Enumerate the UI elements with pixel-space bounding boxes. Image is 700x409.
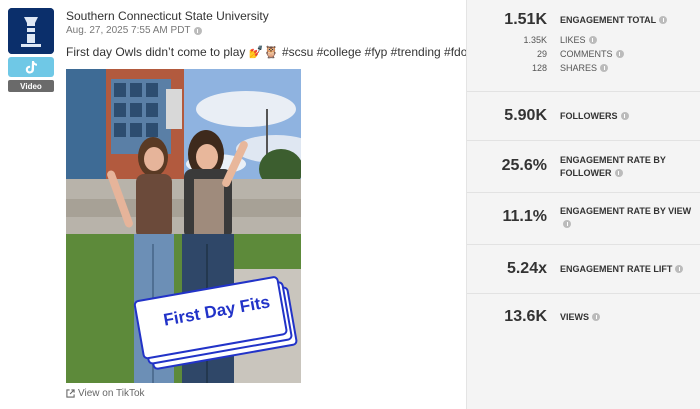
followers-value: 5.90K [504,107,547,124]
views-value: 13.6K [504,308,547,325]
engagement-total-label: ENGAGEMENT TOTAL [560,14,698,27]
info-icon[interactable] [659,16,668,24]
er-view-value: 11.1% [502,208,547,225]
info-icon[interactable] [620,112,629,120]
info-icon[interactable] [614,169,623,177]
external-link-icon [66,389,75,398]
view-on-tiktok-text[interactable]: View on TikTok [78,388,145,399]
er-lift-label: ENGAGEMENT RATE LIFT [560,263,698,276]
shares-value: 128 [531,63,547,73]
tiktok-icon [8,57,54,77]
metric-er-follower: 25.6% ENGAGEMENT RATE BY FOLLOWER [467,141,700,193]
comments-label: COMMENTS [560,49,624,59]
comments-row: 29 COMMENTS [467,49,700,61]
metric-followers: 5.90K FOLLOWERS [467,92,700,141]
likes-value: 1.35K [523,35,547,45]
er-follower-label: ENGAGEMENT RATE BY FOLLOWER [560,155,666,178]
info-icon[interactable] [675,265,684,273]
post-date: Aug. 27, 2025 7:55 AM PDT [66,25,202,36]
post-date-text: Aug. 27, 2025 7:55 AM PDT [66,25,191,36]
metric-views: 13.6K VIEWS [467,294,700,342]
views-label: VIEWS [560,311,698,324]
er-view-label: ENGAGEMENT RATE BY VIEW [560,205,698,231]
er-lift-value: 5.24x [506,260,547,277]
metrics-panel: 1.51K ENGAGEMENT TOTAL 1.35K LIKES 29 CO… [466,0,700,409]
followers-label: FOLLOWERS [560,110,698,123]
info-icon[interactable] [600,64,609,72]
engagement-total-value: 1.51K [504,11,547,28]
account-avatar[interactable] [8,8,54,54]
video-type-badge: Video [8,80,54,92]
likes-row: 1.35K LIKES [467,35,700,47]
info-icon[interactable] [588,36,597,44]
post-caption: First day Owls didn’t come to play 💅🦉 #s… [66,45,474,59]
shares-row: 128 SHARES [467,63,700,75]
metric-er-lift: 5.24x ENGAGEMENT RATE LIFT [467,245,700,294]
shares-label: SHARES [560,63,609,73]
view-on-tiktok-link[interactable]: View on TikTok [66,388,145,399]
er-follower-value: 25.6% [501,157,547,174]
info-icon[interactable] [615,50,624,58]
post-image[interactable]: First Day Fits [66,69,301,383]
comments-value: 29 [536,49,547,59]
info-icon[interactable] [563,220,571,228]
info-icon[interactable] [592,313,601,321]
metric-er-view: 11.1% ENGAGEMENT RATE BY VIEW [467,193,700,245]
likes-label: LIKES [560,35,597,45]
metric-engagement-total: 1.51K ENGAGEMENT TOTAL 1.35K LIKES 29 CO… [467,0,700,92]
account-name[interactable]: Southern Connecticut State University [66,9,269,23]
info-icon[interactable] [193,26,202,35]
